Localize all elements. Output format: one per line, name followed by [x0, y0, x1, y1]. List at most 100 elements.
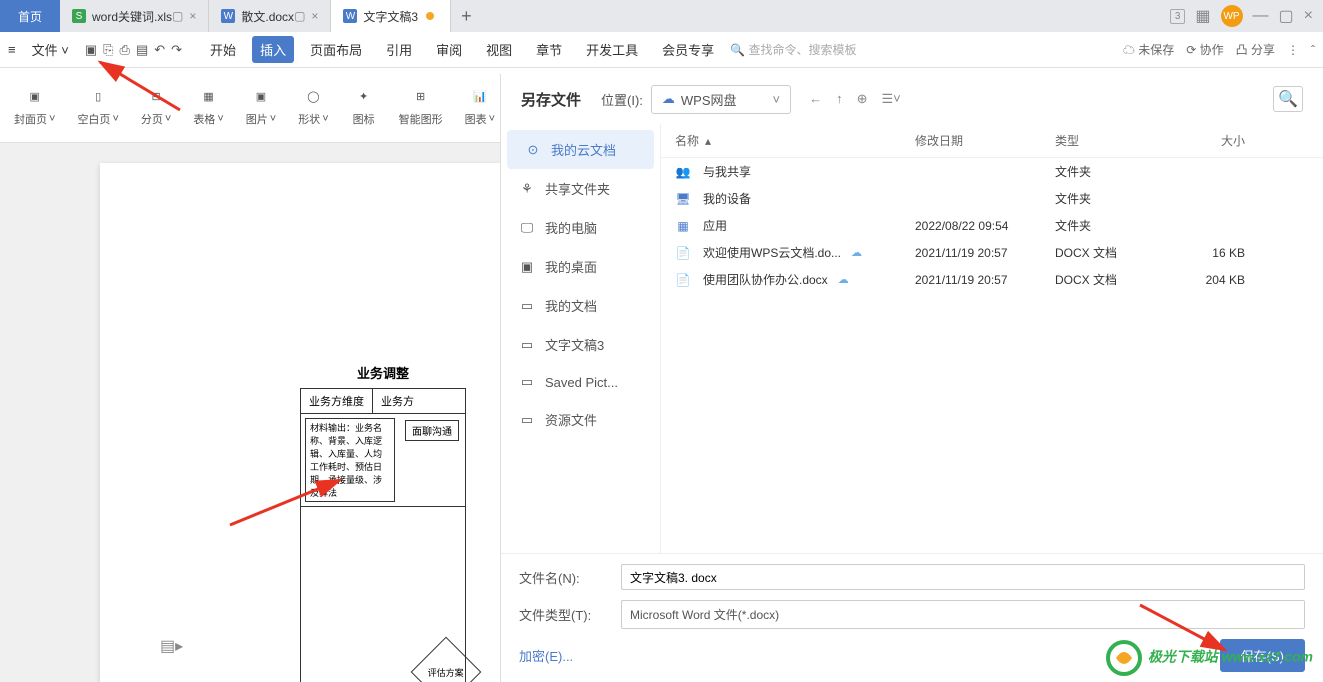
more-icon[interactable]: ⋮	[1287, 43, 1299, 57]
sidebar-recent1[interactable]: ▭文字文稿3	[501, 325, 660, 364]
expand-icon[interactable]: ˆ	[1311, 43, 1315, 57]
file-type: DOCX 文档	[1055, 271, 1165, 288]
filetype-select[interactable]: Microsoft Word 文件(*.docx)	[621, 600, 1305, 629]
file-type: DOCX 文档	[1055, 244, 1165, 261]
filename-label: 文件名(N):	[519, 568, 609, 587]
hamburger-icon[interactable]: ≡	[8, 42, 16, 57]
unsave-status[interactable]: ☁ 未保存	[1123, 41, 1174, 58]
menu-start[interactable]: 开始	[202, 36, 244, 63]
tab-docx1[interactable]: W 散文.docx ▢×	[209, 0, 331, 32]
redo-icon[interactable]: ↷	[171, 42, 182, 58]
file-row[interactable]: 🖥我的设备文件夹	[661, 185, 1323, 212]
chart-button[interactable]: 📊图表˅	[461, 72, 499, 138]
diagram-box1: 材料输出：业务名称、背景、入库逻辑、入库量、人均工作耗时、预估日期、承接量级、涉…	[305, 418, 395, 502]
col-name[interactable]: 名称▴	[675, 132, 915, 149]
xls-icon: S	[72, 9, 86, 23]
tab-active[interactable]: W 文字文稿3	[331, 0, 451, 32]
sidebar-desktop[interactable]: ▣我的桌面	[501, 247, 660, 286]
tab-close-icon[interactable]: ×	[189, 9, 196, 23]
file-row[interactable]: 📄欢迎使用WPS云文档.do...☁2021/11/19 20:57DOCX 文…	[661, 239, 1323, 266]
location-dropdown[interactable]: ☁ WPS网盘 ˅	[651, 85, 791, 114]
encrypt-button[interactable]: 加密(E)...	[519, 646, 573, 665]
tab-pin-icon[interactable]: ▢	[172, 9, 183, 23]
device-icon: 🖥	[675, 191, 691, 207]
share-icon: ⚘	[519, 181, 535, 197]
menu-review[interactable]: 审阅	[428, 36, 470, 63]
docx-icon: W	[343, 9, 357, 23]
sidebar-documents[interactable]: ▭我的文档	[501, 286, 660, 325]
document-page: 业务调整 业务方维度 业务方 材料输出：业务名称、背景、入库逻辑、入库量、人均工…	[100, 163, 500, 682]
avatar[interactable]: WP	[1221, 5, 1243, 27]
file-row[interactable]: 👥与我共享文件夹	[661, 158, 1323, 185]
menu-view[interactable]: 视图	[478, 36, 520, 63]
diagram-title: 业务调整	[300, 363, 466, 382]
file-menu[interactable]: 文件 ˅	[24, 36, 77, 63]
table-button[interactable]: ▦表格˅	[189, 72, 227, 138]
menu-pagelayout[interactable]: 页面布局	[302, 36, 370, 63]
page-break-button[interactable]: ⊟分页˅	[137, 72, 175, 138]
desktop-icon: ▣	[519, 259, 535, 275]
sidebar-recent2[interactable]: ▭Saved Pict...	[501, 364, 660, 400]
close-icon[interactable]: ×	[1304, 7, 1313, 25]
file-row[interactable]: 📄使用团队协作办公.docx☁2021/11/19 20:57DOCX 文档20…	[661, 266, 1323, 293]
save-as-icon[interactable]: ⎘	[103, 42, 113, 58]
tab-xls[interactable]: S word关键词.xls ▢ ×	[60, 0, 209, 32]
folder-icon: ▭	[519, 374, 535, 390]
menu-bar: ≡ 文件 ˅ ▣ ⎘ ⎙ ▤ ↶ ↷ 开始 插入 页面布局 引用 审阅 视图 章…	[0, 32, 1323, 68]
filename-input[interactable]	[621, 564, 1305, 590]
undo-icon[interactable]: ↶	[154, 42, 165, 58]
tab-label: 文字文稿3	[363, 8, 418, 25]
nav-back-icon[interactable]: ←	[809, 91, 822, 107]
col-date[interactable]: 修改日期	[915, 132, 1055, 149]
menu-member[interactable]: 会员专享	[654, 36, 722, 63]
menu-insert[interactable]: 插入	[252, 36, 294, 63]
tab-label: 散文.docx	[241, 8, 294, 25]
col-type[interactable]: 类型	[1055, 132, 1165, 149]
dialog-search[interactable]: 🔍	[1273, 86, 1303, 112]
cover-page-button[interactable]: ▣封面页˅	[10, 72, 59, 138]
folder-icon: ▭	[519, 412, 535, 428]
sidebar-cloud-docs[interactable]: ⊙我的云文档	[507, 130, 654, 169]
tab-add-button[interactable]: +	[451, 6, 481, 27]
doc-nav-icon[interactable]: ▤▸	[160, 636, 183, 656]
new-folder-icon[interactable]: ⊕	[857, 91, 868, 107]
smartart-button[interactable]: ⊞智能图形	[395, 72, 447, 138]
shape-button[interactable]: ◯形状˅	[294, 72, 332, 138]
icon-button[interactable]: ✦图标	[347, 72, 381, 138]
maximize-icon[interactable]: ▢	[1279, 6, 1294, 26]
sidebar-recent3[interactable]: ▭资源文件	[501, 400, 660, 439]
menu-chapter[interactable]: 章节	[528, 36, 570, 63]
sidebar-shared[interactable]: ⚘共享文件夹	[501, 169, 660, 208]
chevron-down-icon: ˅	[773, 92, 781, 107]
tab-home[interactable]: 首页	[0, 0, 60, 32]
menu-reference[interactable]: 引用	[378, 36, 420, 63]
dialog-title: 另存文件	[521, 89, 581, 110]
save-icon[interactable]: ▣	[85, 42, 97, 58]
cloud-sync-icon: ☁	[851, 246, 862, 259]
tab-close-icon[interactable]: ×	[311, 9, 318, 23]
menu-devtools[interactable]: 开发工具	[578, 36, 646, 63]
window-badge[interactable]: 3	[1170, 9, 1186, 24]
print-icon[interactable]: ⎙	[120, 42, 130, 58]
quick-access-toolbar: ▣ ⎘ ⎙ ▤ ↶ ↷	[85, 42, 182, 58]
cloud-icon: ⊙	[525, 142, 541, 158]
tab-pin-icon[interactable]: ▢	[294, 9, 305, 23]
picture-button[interactable]: ▣图片˅	[242, 72, 280, 138]
file-date: 2022/08/22 09:54	[915, 219, 1055, 233]
nav-up-icon[interactable]: ↑	[836, 91, 843, 107]
command-search[interactable]: 🔍 查找命令、搜索模板	[730, 41, 856, 58]
blank-page-button[interactable]: ▯空白页˅	[73, 72, 122, 138]
tab-close-group: ▢ ×	[172, 9, 196, 23]
grid-icon[interactable]: ▦	[1195, 6, 1210, 26]
col-size[interactable]: 大小	[1165, 132, 1245, 149]
coop-button[interactable]: ⟳ 协作	[1186, 41, 1223, 58]
share-button[interactable]: 凸 分享	[1236, 41, 1275, 58]
file-row[interactable]: ▦应用2022/08/22 09:54文件夹	[661, 212, 1323, 239]
minimize-icon[interactable]: —	[1253, 7, 1269, 25]
print-preview-icon[interactable]: ▤	[136, 42, 148, 58]
view-mode-icon[interactable]: ☰˅	[882, 91, 901, 107]
sidebar-computer[interactable]: 🖵我的电脑	[501, 208, 660, 247]
cloud-icon: ☁	[662, 91, 675, 107]
file-type: 文件夹	[1055, 163, 1165, 180]
unsaved-dot-icon	[426, 12, 434, 20]
